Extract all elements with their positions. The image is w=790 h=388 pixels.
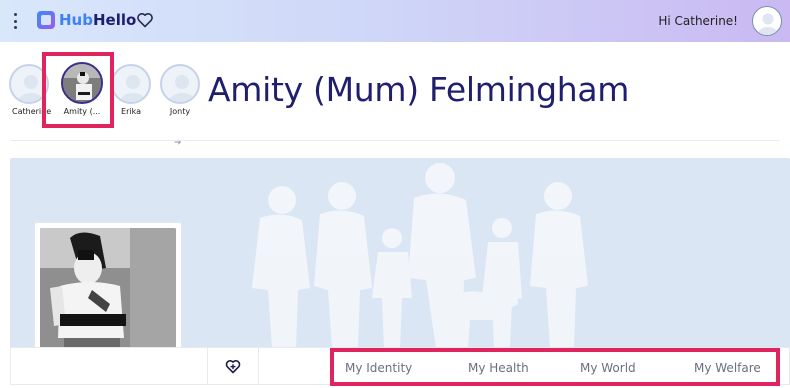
tab-my-health[interactable]: My Health [468, 361, 529, 375]
app-logo[interactable]: HubHello [37, 11, 136, 29]
logo-mark-icon [37, 11, 55, 29]
person-name: Catherine [12, 107, 52, 116]
tab-my-world[interactable]: My World [580, 361, 636, 375]
profile-photo [40, 228, 176, 366]
page-title: Amity (Mum) Felmingham [208, 70, 630, 109]
person-item-catherine[interactable]: Catherine [4, 58, 54, 116]
tab-my-identity[interactable]: My Identity [345, 361, 412, 375]
logo-text-hello: Hello [92, 11, 137, 29]
person-name: Erika [121, 107, 141, 116]
person-avatar [160, 64, 200, 104]
people-switcher: Catherine Amity (... Erika Jonty [0, 58, 210, 148]
person-name: Jonty [169, 107, 191, 116]
logo-text-hub: Hub [59, 11, 93, 29]
heart-plus-icon [225, 359, 241, 373]
person-item-amity[interactable]: Amity (... [57, 58, 107, 116]
person-avatar-photo [61, 62, 103, 104]
kebab-menu-icon[interactable] [12, 13, 18, 29]
heart-plus-button[interactable] [207, 347, 259, 385]
person-avatar [9, 64, 49, 104]
divider [10, 140, 780, 141]
person-item-jonty[interactable]: Jonty [155, 58, 205, 116]
user-greeting: Hi Catherine! [658, 14, 738, 28]
tab-my-welfare[interactable]: My Welfare [694, 361, 761, 375]
user-avatar[interactable] [752, 6, 782, 36]
top-app-bar: HubHello Hi Catherine! [0, 0, 790, 42]
person-name: Amity (... [63, 107, 101, 116]
person-avatar [111, 64, 151, 104]
logo-text: HubHello [59, 11, 136, 29]
favorites-heart-icon[interactable] [136, 12, 154, 32]
person-item-erika[interactable]: Erika [106, 58, 156, 116]
